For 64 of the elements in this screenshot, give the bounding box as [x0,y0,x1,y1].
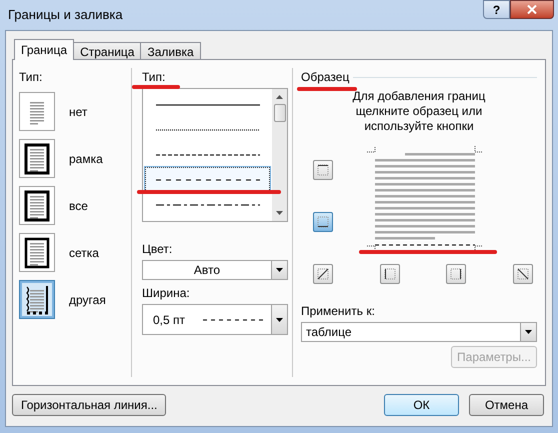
underline-mark [297,87,357,91]
line-style-icon [156,154,260,156]
preview-hint: Для добавления границ щелкните образец или используйте кнопки [352,89,486,134]
right-border-button[interactable] [446,264,466,284]
line-sample-icon [203,318,265,320]
line-style-option[interactable] [145,167,270,192]
dropdown-button[interactable] [271,261,287,279]
line-style-icon [156,128,260,130]
border-icon [316,215,330,229]
setting-option-label: рамка [69,150,103,168]
scroll-up-icon [276,95,283,99]
line-style-icon [156,204,260,206]
bottom-border-button[interactable] [313,212,333,232]
dropdown-button[interactable] [271,305,287,334]
setting-option-label: нет [69,104,88,120]
border-icon [316,267,330,281]
group-title: Образец [301,69,350,86]
help-button[interactable]: ? [483,0,510,19]
apply-dropdown[interactable]: таблице [301,322,537,342]
line-style-icon [156,178,260,180]
dropdown-button[interactable] [520,323,536,341]
page-border-icon [24,284,50,316]
setting-option-label: сетка [69,244,99,262]
close-icon [527,5,537,14]
ok-button[interactable]: ОК [384,394,459,416]
setting-option-label: другая [69,292,106,308]
color-dropdown[interactable]: Авто [142,260,288,280]
tab[interactable]: Страница [73,42,142,60]
page-border-icon [24,236,50,268]
cancel-button[interactable]: Отмена [469,394,544,416]
border-icon [516,267,530,281]
window-title: Границы и заливка [8,6,123,24]
scroll-down-icon [276,211,283,215]
setting-label: Тип: [19,69,44,86]
diag-down-border-button[interactable] [512,264,533,284]
line-style-icon [156,104,260,106]
width-dropdown[interactable]: 0,5 пт [142,304,288,335]
scrollbar[interactable] [272,89,287,221]
setting-option[interactable] [19,139,55,178]
scroll-thumb[interactable] [274,104,286,122]
setting-option-label: все [69,198,88,214]
horizontal-line-button[interactable]: Горизонтальная линия... [12,394,166,416]
top-border-button[interactable] [313,160,333,180]
caret-icon [525,330,532,334]
tab[interactable]: Граница [14,39,74,60]
setting-option[interactable] [19,233,55,272]
tab[interactable]: Заливка [140,42,201,60]
page-border-icon [24,190,50,222]
border-icon [382,267,397,281]
caret-icon [276,268,283,272]
close-button[interactable] [510,0,554,19]
diag-up-border-button[interactable] [313,264,333,284]
setting-option[interactable] [19,280,55,319]
setting-option[interactable] [19,186,55,225]
underline-mark [132,85,180,89]
page-border-icon [24,142,50,174]
border-icon [316,163,330,177]
border-icon [449,267,464,281]
left-border-button[interactable] [380,264,400,284]
caret-icon [276,318,283,322]
style-label: Тип: [142,69,166,86]
color-label: Цвет: [142,241,174,258]
width-label: Ширина: [142,285,191,302]
apply-label: Применить к: [301,303,376,320]
